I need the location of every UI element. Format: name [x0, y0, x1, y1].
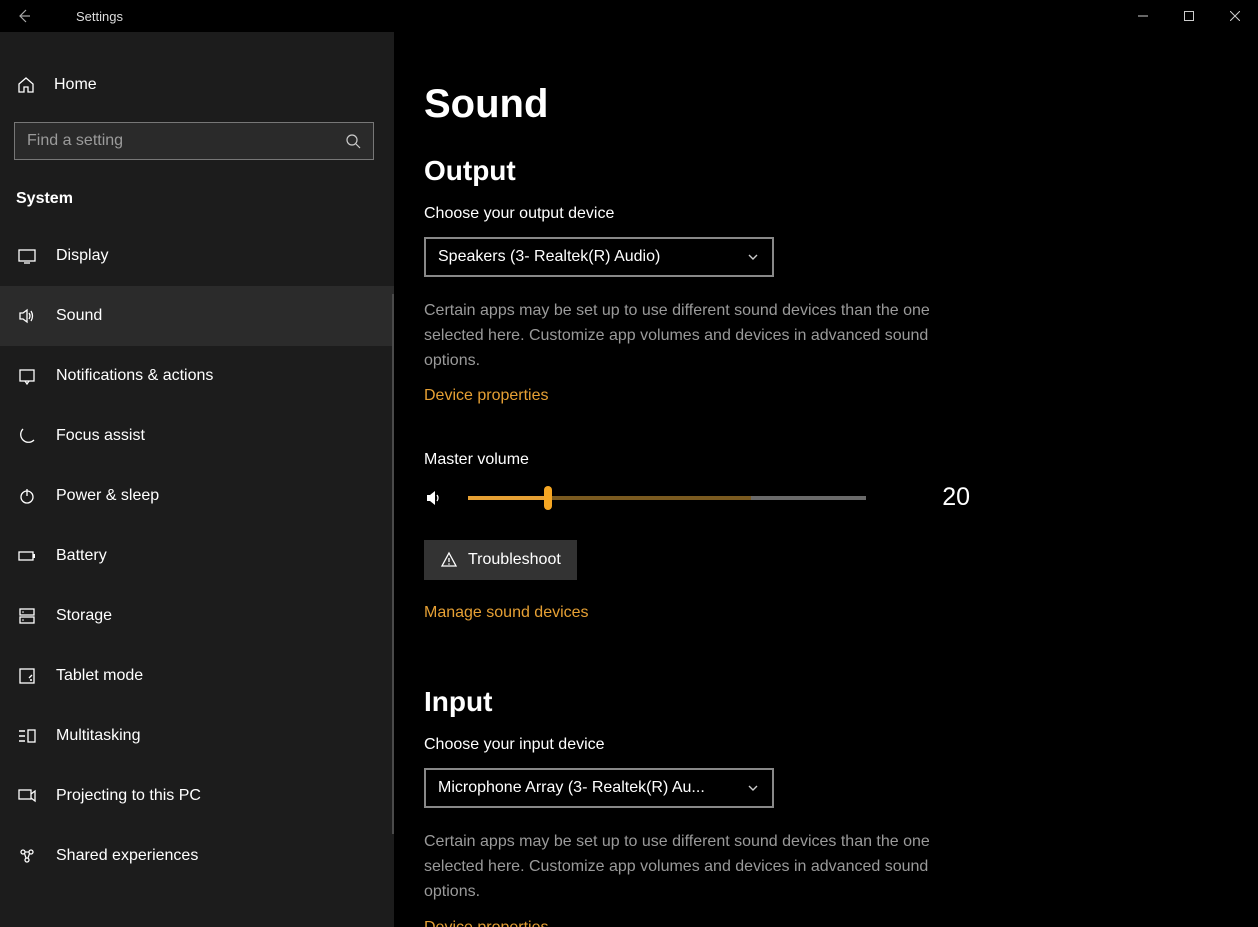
window-title: Settings: [48, 9, 123, 24]
page-title: Sound: [424, 82, 1258, 127]
volume-value: 20: [930, 483, 970, 512]
chevron-down-icon: [746, 250, 760, 264]
speaker-icon[interactable]: [424, 488, 444, 508]
sidebar-item-display[interactable]: Display: [0, 226, 394, 286]
power-icon: [16, 486, 38, 506]
sidebar-item-sound[interactable]: Sound: [0, 286, 394, 346]
back-arrow-icon: [16, 8, 32, 24]
sidebar-item-tablet[interactable]: Tablet mode: [0, 646, 394, 706]
sidebar-item-label: Notifications & actions: [56, 367, 213, 385]
output-device-properties-link[interactable]: Device properties: [424, 387, 549, 405]
sidebar-category: System: [0, 174, 394, 226]
sidebar-item-focus[interactable]: Focus assist: [0, 406, 394, 466]
search-icon: [345, 133, 361, 149]
sidebar-nav: Display Sound Notifications & actions Focus…: [0, 226, 394, 927]
sidebar-item-shared[interactable]: Shared experiences: [0, 826, 394, 886]
troubleshoot-button[interactable]: Troubleshoot: [424, 540, 577, 580]
storage-icon: [16, 606, 38, 626]
focus-icon: [16, 426, 38, 446]
input-description: Certain apps may be set up to use differ…: [424, 830, 984, 904]
manage-sound-devices-link[interactable]: Manage sound devices: [424, 604, 589, 622]
input-device-dropdown[interactable]: Microphone Array (3- Realtek(R) Au...: [424, 768, 774, 808]
volume-slider[interactable]: [468, 496, 866, 500]
sidebar-item-battery[interactable]: Battery: [0, 526, 394, 586]
back-button[interactable]: [0, 8, 48, 24]
maximize-button[interactable]: [1166, 0, 1212, 32]
content-area: Sound Output Choose your output device S…: [394, 32, 1258, 927]
master-volume-label: Master volume: [424, 451, 1258, 469]
sound-icon: [16, 306, 38, 326]
sidebar-home[interactable]: Home: [0, 62, 394, 108]
project-icon: [16, 786, 38, 806]
input-choose-label: Choose your input device: [424, 736, 1258, 754]
maximize-icon: [1184, 11, 1194, 21]
close-icon: [1230, 11, 1240, 21]
volume-fill: [468, 496, 548, 500]
sidebar-item-power[interactable]: Power & sleep: [0, 466, 394, 526]
search-box[interactable]: [14, 122, 374, 160]
sidebar-item-label: Battery: [56, 547, 107, 565]
warning-icon: [440, 551, 458, 569]
battery-icon: [16, 546, 38, 566]
output-heading: Output: [424, 155, 1258, 187]
minimize-icon: [1138, 11, 1148, 21]
sidebar-item-label: Display: [56, 247, 108, 265]
input-device-properties-link[interactable]: Device properties: [424, 919, 549, 927]
notify-icon: [16, 366, 38, 386]
output-choose-label: Choose your output device: [424, 205, 1258, 223]
home-icon: [16, 75, 36, 95]
volume-thumb[interactable]: [544, 486, 552, 510]
sidebar-item-label: Storage: [56, 607, 112, 625]
sidebar-item-label: Focus assist: [56, 427, 145, 445]
troubleshoot-label: Troubleshoot: [468, 551, 561, 569]
tablet-icon: [16, 666, 38, 686]
sidebar-item-storage[interactable]: Storage: [0, 586, 394, 646]
sidebar-item-notify[interactable]: Notifications & actions: [0, 346, 394, 406]
sidebar-item-label: Sound: [56, 307, 102, 325]
sidebar-home-label: Home: [54, 76, 97, 94]
titlebar: Settings: [0, 0, 1258, 32]
input-heading: Input: [424, 686, 1258, 718]
sidebar-item-label: Projecting to this PC: [56, 787, 201, 805]
sidebar-item-label: Multitasking: [56, 727, 140, 745]
output-device-value: Speakers (3- Realtek(R) Audio): [438, 248, 660, 266]
input-device-value: Microphone Array (3- Realtek(R) Au...: [438, 779, 705, 797]
search-container: [0, 108, 394, 174]
sidebar-item-label: Shared experiences: [56, 847, 198, 865]
sidebar-item-label: Power & sleep: [56, 487, 159, 505]
sidebar-item-label: Tablet mode: [56, 667, 143, 685]
volume-slider-row: 20: [424, 483, 1258, 512]
output-description: Certain apps may be set up to use differ…: [424, 299, 984, 373]
sidebar-item-multitask[interactable]: Multitasking: [0, 706, 394, 766]
shared-icon: [16, 846, 38, 866]
output-device-dropdown[interactable]: Speakers (3- Realtek(R) Audio): [424, 237, 774, 277]
main-area: Home System Display Sound Notifications & …: [0, 32, 1258, 927]
sidebar-item-project[interactable]: Projecting to this PC: [0, 766, 394, 826]
sidebar: Home System Display Sound Notifications & …: [0, 32, 394, 927]
close-button[interactable]: [1212, 0, 1258, 32]
display-icon: [16, 246, 38, 266]
chevron-down-icon: [746, 781, 760, 795]
minimize-button[interactable]: [1120, 0, 1166, 32]
multitask-icon: [16, 726, 38, 746]
search-input[interactable]: [27, 132, 345, 150]
